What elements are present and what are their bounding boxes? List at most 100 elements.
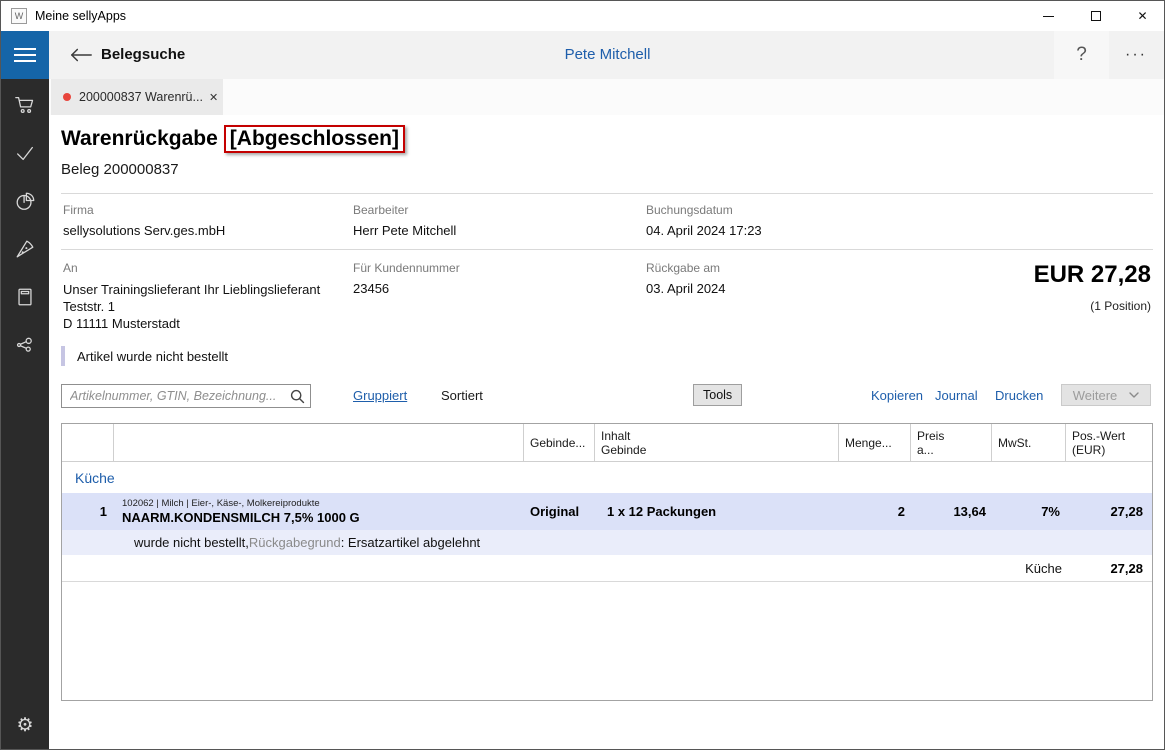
help-button[interactable]: ? — [1054, 31, 1109, 79]
sidebar-item-catalog[interactable] — [1, 273, 49, 321]
search-icon[interactable] — [290, 389, 305, 404]
minimize-icon — [1043, 16, 1054, 17]
titlebar: W Meine sellyApps ✕ — [1, 1, 1164, 31]
an-line3: D 11111 Musterstadt — [63, 315, 320, 332]
minimize-button[interactable] — [1025, 1, 1072, 31]
close-button[interactable]: ✕ — [1119, 1, 1165, 31]
column-header-article[interactable] — [114, 424, 524, 461]
user-name[interactable]: Pete Mitchell — [565, 46, 651, 63]
summary-value: 27,28 — [1110, 561, 1143, 576]
column-header-menge[interactable]: Menge... — [839, 424, 911, 461]
app-header: Belegsuche Pete Mitchell ? ··· — [49, 31, 1165, 79]
buchungsdatum-label: Buchungsdatum — [646, 203, 733, 217]
tools-button[interactable]: Tools — [693, 384, 742, 406]
rueckgabe-value: 03. April 2024 — [646, 281, 726, 296]
column-header-mwst[interactable]: MwSt. — [992, 424, 1066, 461]
back-arrow-icon — [69, 47, 93, 63]
page-title: Belegsuche — [101, 46, 185, 63]
search-field-wrap — [61, 384, 311, 408]
divider — [61, 193, 1153, 194]
tab-close-button[interactable]: ✕ — [203, 91, 218, 104]
chevron-down-icon — [1129, 392, 1139, 398]
sidebar-item-statistics[interactable] — [1, 177, 49, 225]
column-header-inhalt[interactable]: Inhalt Gebinde — [595, 424, 839, 461]
rueckgabe-label: Rückgabe am — [646, 261, 720, 275]
row-note: wurde nicht bestellt, Rückgabegrund : Er… — [62, 530, 1152, 555]
poswert-cell: 27,28 — [1066, 504, 1152, 519]
kundennummer-value: 23456 — [353, 281, 389, 296]
an-value: Unser Trainingslieferant Ihr Lieblingsli… — [63, 281, 320, 332]
total-amount: EUR 27,28 — [1034, 261, 1151, 289]
share-network-icon — [14, 334, 36, 356]
positions-table: Gebinde... Inhalt Gebinde Menge... Preis… — [61, 423, 1153, 701]
window-title: Meine sellyApps — [35, 9, 126, 23]
column-header-preis[interactable]: Preis a... — [911, 424, 992, 461]
settings-button[interactable]: ⚙ — [1, 705, 49, 745]
tab-strip: 200000837 Warenrü... ✕ — [49, 79, 1165, 115]
status-badge: [Abgeschlossen] — [224, 125, 405, 153]
table-header-row: Gebinde... Inhalt Gebinde Menge... Preis… — [62, 424, 1152, 462]
group-label: Küche — [75, 470, 115, 486]
search-input[interactable] — [61, 384, 311, 408]
document-note: Artikel wurde nicht bestellt — [77, 349, 228, 364]
menge-cell: 2 — [839, 504, 911, 519]
weitere-label: Weitere — [1073, 388, 1118, 403]
document-title: Warenrückgabe [Abgeschlossen] — [61, 125, 405, 153]
row-note-part3: : Ersatzartikel abgelehnt — [341, 535, 480, 550]
article-meta: 102062 | Milch | Eier-, Käse-, Molkereip… — [122, 498, 518, 510]
journal-link[interactable]: Journal — [935, 388, 978, 403]
gear-icon: ⚙ — [16, 714, 33, 737]
buchungsdatum-value: 04. April 2024 17:23 — [646, 223, 762, 238]
kopieren-link[interactable]: Kopieren — [871, 388, 923, 403]
inhalt-cell: 1 x 12 Packungen — [595, 504, 839, 519]
column-header-rownum[interactable] — [62, 424, 114, 461]
an-line2: Teststr. 1 — [63, 298, 320, 315]
cart-icon — [14, 94, 36, 116]
row-note-reason-label: Rückgabegrund — [249, 535, 341, 550]
preis-cell: 13,64 — [911, 504, 992, 519]
total-positions: (1 Position) — [1090, 299, 1151, 313]
weitere-button[interactable]: Weitere — [1061, 384, 1151, 406]
back-button[interactable] — [61, 31, 101, 79]
article-name: NAARM.KONDENSMILCH 7,5% 1000 G — [122, 510, 518, 525]
sidebar: ⚙ — [1, 79, 49, 750]
column-header-poswert[interactable]: Pos.-Wert (EUR) — [1066, 424, 1152, 461]
document-tab[interactable]: 200000837 Warenrü... ✕ — [51, 79, 223, 115]
tab-label: 200000837 Warenrü... — [79, 90, 203, 104]
bearbeiter-value: Herr Pete Mitchell — [353, 223, 456, 238]
table-row[interactable]: 1 102062 | Milch | Eier-, Käse-, Molkere… — [62, 493, 1152, 530]
pie-chart-icon — [14, 190, 36, 212]
maximize-button[interactable] — [1072, 1, 1119, 31]
gruppiert-link[interactable]: Gruppiert — [353, 388, 407, 403]
bearbeiter-label: Bearbeiter — [353, 203, 408, 217]
row-number: 1 — [62, 504, 114, 519]
document-number: Beleg 200000837 — [61, 161, 179, 178]
app-window: W Meine sellyApps ✕ Belegsuche Pete Mitc… — [0, 0, 1165, 750]
pizza-slice-icon — [14, 238, 36, 260]
close-icon: ✕ — [1137, 10, 1147, 22]
mwst-cell: 7% — [992, 504, 1066, 519]
an-line1: Unser Trainingslieferant Ihr Lieblingsli… — [63, 281, 320, 298]
sidebar-item-tasks[interactable] — [1, 129, 49, 177]
checkmark-icon — [14, 142, 36, 164]
group-summary-row: Küche 27,28 — [62, 555, 1152, 582]
article-cell: 102062 | Milch | Eier-, Käse-, Molkereip… — [114, 498, 524, 525]
sidebar-item-cart[interactable] — [1, 81, 49, 129]
kundennummer-label: Für Kundennummer — [353, 261, 460, 275]
sidebar-item-network[interactable] — [1, 321, 49, 369]
firma-label: Firma — [63, 203, 94, 217]
firma-value: sellysolutions Serv.ges.mbH — [63, 223, 225, 238]
divider — [61, 249, 1153, 250]
more-button[interactable]: ··· — [1111, 31, 1161, 79]
sidebar-item-products[interactable] — [1, 225, 49, 273]
sortiert-link[interactable]: Sortiert — [441, 388, 483, 403]
column-header-gebinde[interactable]: Gebinde... — [524, 424, 595, 461]
drucken-link[interactable]: Drucken — [995, 388, 1043, 403]
group-header-row[interactable]: Küche — [62, 462, 1152, 493]
hamburger-menu-button[interactable] — [1, 31, 49, 79]
note-accent-bar — [61, 346, 65, 366]
document-view: Warenrückgabe [Abgeschlossen] Beleg 20000… — [49, 115, 1165, 750]
document-title-text: Warenrückgabe — [61, 127, 218, 150]
gebinde-cell: Original — [524, 504, 595, 519]
book-icon — [14, 286, 36, 308]
